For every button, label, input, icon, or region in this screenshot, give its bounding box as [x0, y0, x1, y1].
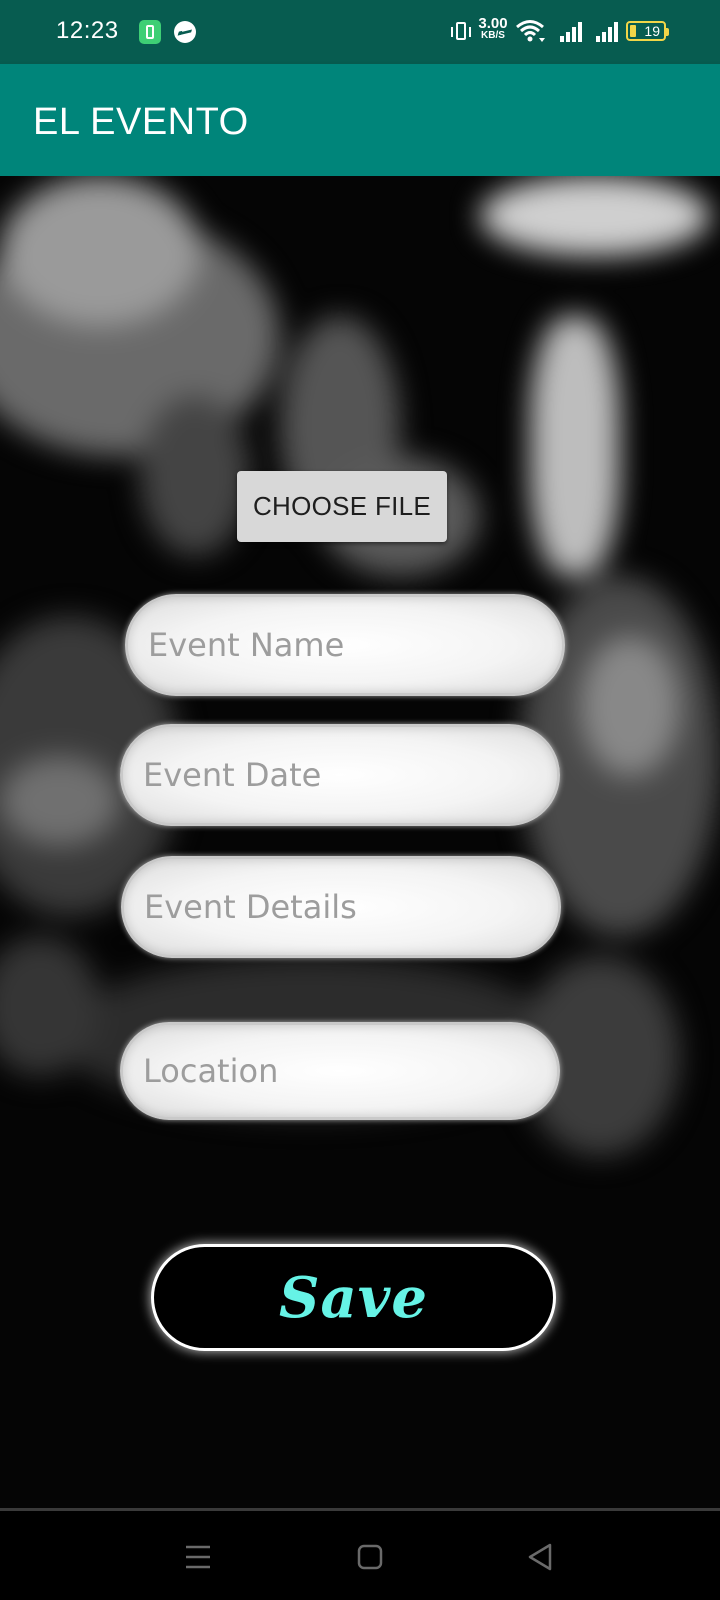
event-details-input[interactable]	[121, 856, 561, 958]
choose-file-button[interactable]: CHOOSE FILE	[237, 471, 447, 542]
wifi-icon	[516, 20, 545, 42]
messenger-icon	[174, 21, 196, 43]
location-input[interactable]	[120, 1022, 560, 1120]
home-square-icon[interactable]	[350, 1539, 390, 1575]
save-button[interactable]: Save	[151, 1244, 556, 1351]
app-bar: EL EVENTO	[0, 64, 720, 176]
signal-icon	[596, 22, 620, 42]
app-title: EL EVENTO	[33, 101, 249, 143]
event-name-input[interactable]	[125, 594, 565, 696]
network-speed: 3.00 KB/S	[477, 16, 509, 41]
event-date-input[interactable]	[120, 724, 560, 826]
menu-icon[interactable]	[178, 1539, 218, 1575]
signal-icon	[560, 22, 584, 42]
navigation-bar	[0, 1508, 720, 1600]
network-speed-value: 3.00	[478, 15, 508, 32]
battery-charging-notification-icon	[139, 20, 161, 44]
status-time: 12:23	[56, 17, 119, 44]
battery-icon: 19	[626, 21, 669, 41]
network-speed-unit: KB/S	[481, 30, 505, 41]
vibrate-icon	[451, 22, 471, 40]
back-triangle-icon[interactable]	[522, 1539, 562, 1575]
status-bar: 12:23 3.00 KB/S 19	[0, 0, 720, 64]
